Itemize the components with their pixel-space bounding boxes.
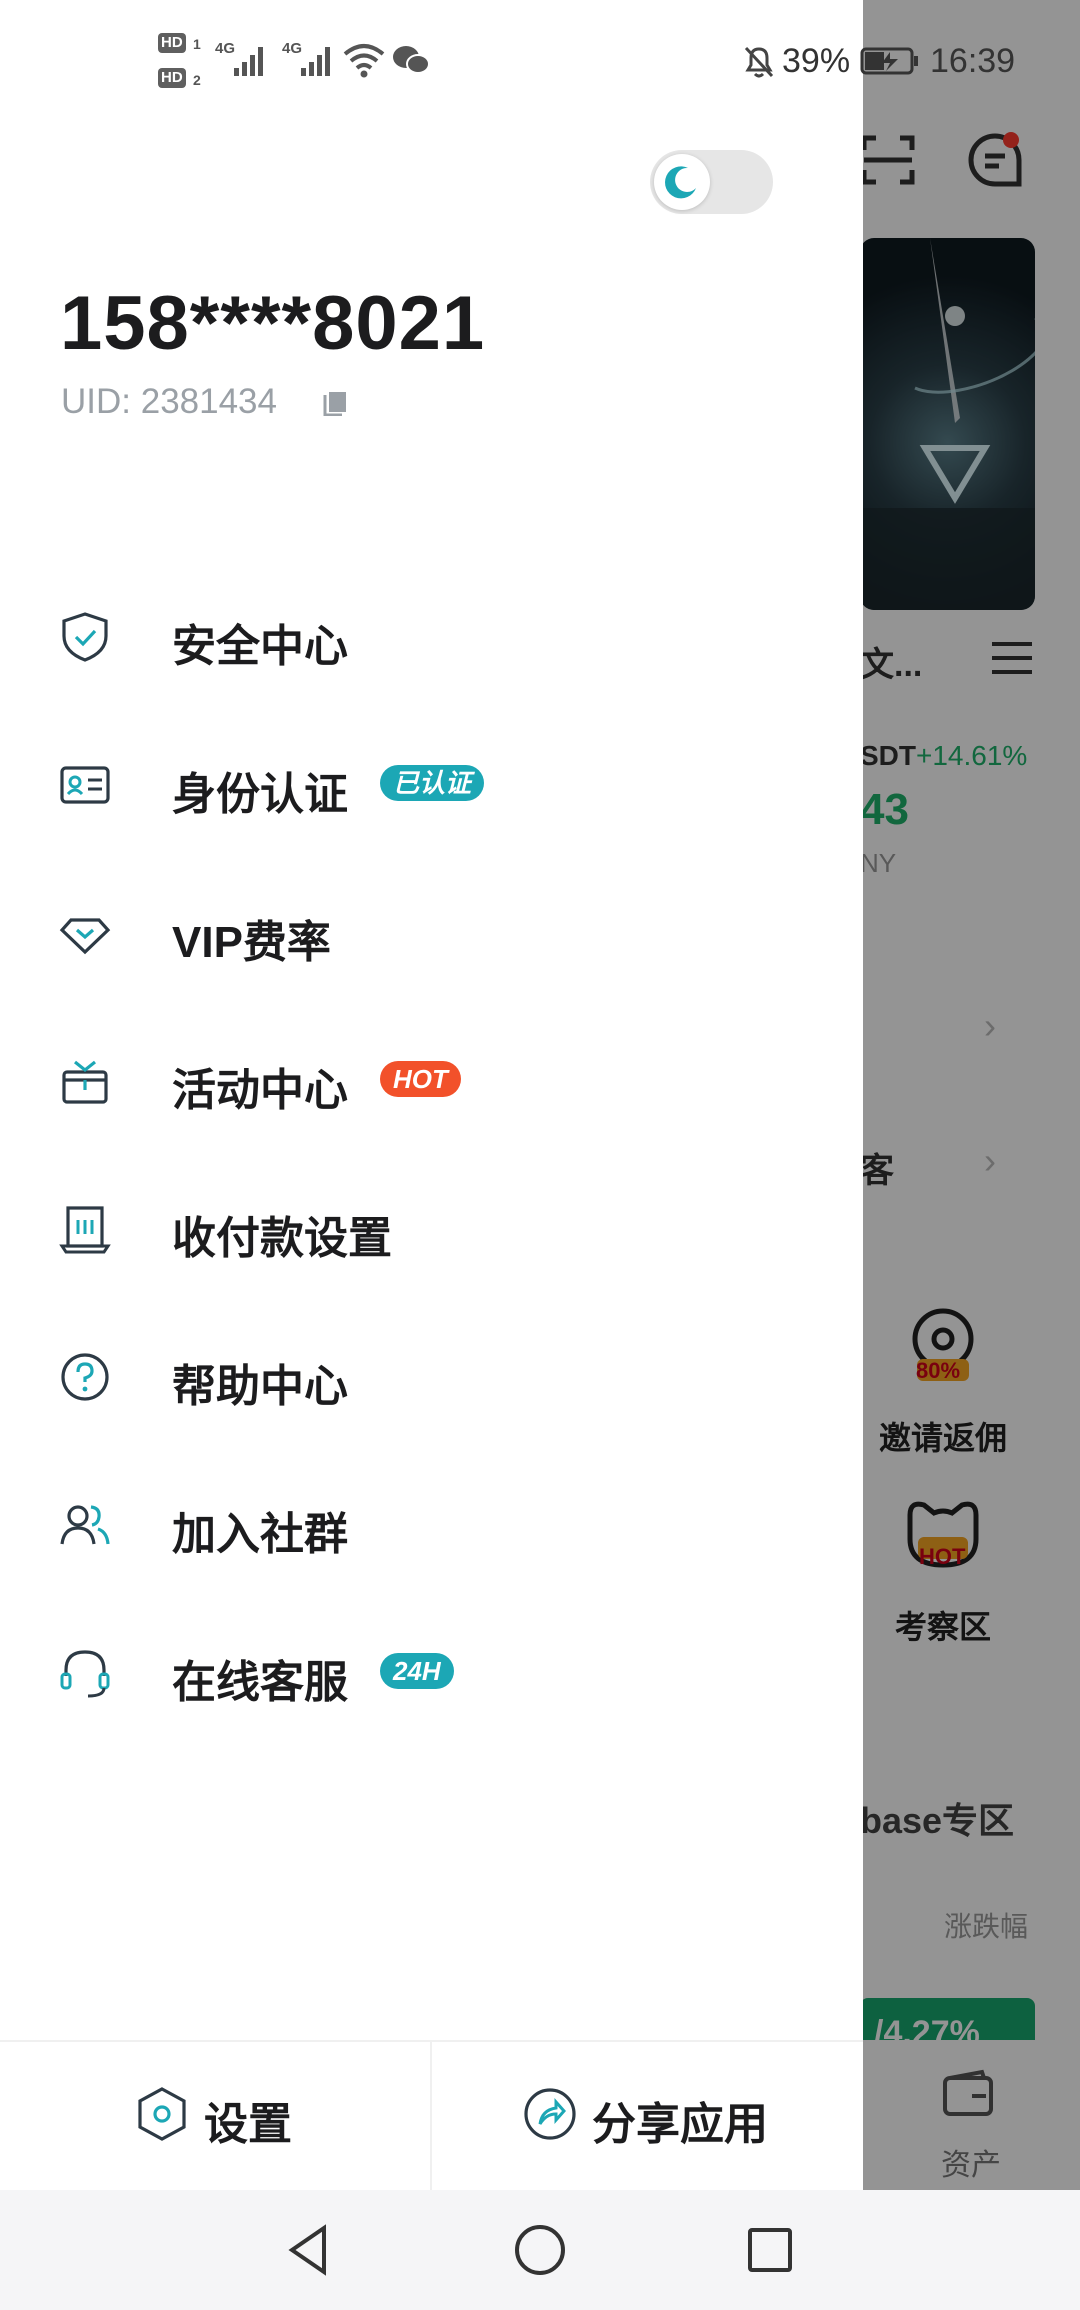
support-hours-badge: 24H bbox=[380, 1653, 454, 1689]
hd-indicator-2: HD bbox=[158, 68, 186, 88]
account-phone: 158****8021 bbox=[60, 281, 486, 366]
menu-label: 在线客服 bbox=[172, 1658, 348, 1707]
menu-item-security-center[interactable]: 安全中心 bbox=[0, 580, 863, 690]
hot-badge: HOT bbox=[380, 1061, 461, 1097]
status-bar: HD 1 HD 2 4G 4G 39% 16:39 bbox=[0, 0, 1080, 120]
menu-label: 身份认证 bbox=[172, 770, 348, 819]
shield-check-icon bbox=[62, 612, 108, 662]
share-icon bbox=[524, 2088, 576, 2140]
menu-item-payment-settings[interactable]: 收付款设置 bbox=[0, 1172, 863, 1282]
gift-box-icon bbox=[62, 1060, 108, 1104]
system-nav-bar bbox=[0, 2190, 1080, 2310]
headset-icon bbox=[60, 1650, 110, 1698]
menu-label: 帮助中心 bbox=[172, 1362, 348, 1411]
menu-item-identity-verification[interactable]: 身份认证 已认证 bbox=[0, 728, 863, 838]
share-app-label: 分享应用 bbox=[592, 2100, 768, 2149]
moon-icon bbox=[665, 166, 698, 199]
diamond-icon bbox=[59, 918, 111, 955]
id-card-icon bbox=[60, 766, 110, 804]
recents-icon[interactable] bbox=[740, 2220, 800, 2280]
settings-label: 设置 bbox=[204, 2100, 292, 2149]
signal-icon bbox=[301, 47, 330, 76]
theme-toggle[interactable] bbox=[650, 150, 773, 214]
menu-item-vip-rate[interactable]: VIP费率 bbox=[0, 876, 863, 986]
account-uid: UID: 2381434 bbox=[61, 382, 277, 421]
silent-bell-icon bbox=[744, 46, 774, 78]
menu-item-activity-center[interactable]: 活动中心 HOT bbox=[0, 1024, 863, 1134]
menu-label: 活动中心 bbox=[172, 1066, 348, 1115]
battery-percentage: 39% bbox=[782, 42, 851, 80]
signal-icon bbox=[234, 47, 263, 76]
verified-badge: 已认证 bbox=[380, 765, 485, 801]
back-icon[interactable] bbox=[280, 2220, 340, 2280]
menu-label: 加入社群 bbox=[172, 1510, 348, 1559]
hd-indicator-2-sub: 2 bbox=[193, 72, 201, 88]
menu-item-online-support[interactable]: 在线客服 24H bbox=[0, 1616, 863, 1726]
help-circle-icon bbox=[61, 1353, 109, 1401]
community-icon bbox=[60, 1505, 110, 1545]
hd-indicator-1-sub: 1 bbox=[193, 36, 201, 52]
menu-label: VIP费率 bbox=[172, 918, 331, 967]
clock: 16:39 bbox=[930, 42, 1016, 80]
payment-settings-icon bbox=[59, 1206, 111, 1254]
menu-label: 收付款设置 bbox=[172, 1214, 392, 1263]
menu-label: 安全中心 bbox=[172, 622, 348, 671]
wechat-icon bbox=[393, 46, 430, 74]
menu-item-help-center[interactable]: 帮助中心 bbox=[0, 1320, 863, 1430]
home-icon[interactable] bbox=[510, 2220, 570, 2280]
side-drawer: 158****8021 UID: 2381434 安全中心 身份认证 已认证 V… bbox=[0, 0, 863, 2190]
copy-icon[interactable] bbox=[320, 386, 350, 416]
wifi-icon bbox=[343, 44, 385, 78]
battery-charging-icon bbox=[860, 47, 918, 75]
hd-indicator-1: HD bbox=[158, 33, 186, 53]
theme-toggle-knob bbox=[654, 154, 710, 210]
settings-hexagon-icon bbox=[138, 2087, 186, 2141]
settings-button[interactable]: 设置 bbox=[0, 2042, 430, 2190]
share-app-button[interactable]: 分享应用 bbox=[432, 2042, 863, 2190]
menu-item-join-community[interactable]: 加入社群 bbox=[0, 1468, 863, 1578]
